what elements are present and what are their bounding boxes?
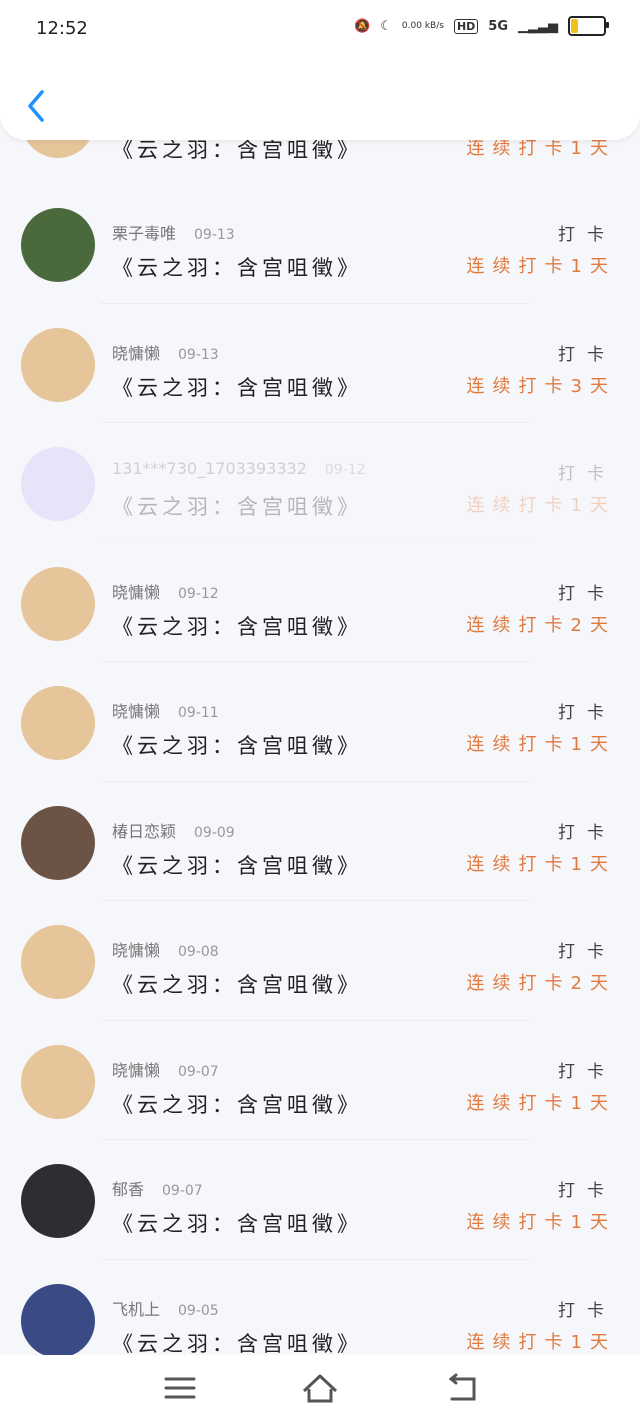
date: 09-13 bbox=[178, 346, 219, 363]
book-title: 《云之羽：含宫咀徵》 bbox=[112, 1092, 362, 1117]
streak-text: 连续打卡1天 bbox=[466, 1092, 616, 1114]
date: 09-13 bbox=[194, 227, 235, 243]
item-meta: 栗子毒唯 09-13 bbox=[112, 220, 235, 244]
item-meta: 131***730_1703393332 09-12 bbox=[112, 459, 366, 478]
avatar[interactable] bbox=[21, 208, 95, 282]
avatar[interactable] bbox=[21, 1283, 95, 1358]
checkin-action: 打卡 bbox=[558, 942, 616, 962]
username: 栗子毒唯 bbox=[112, 224, 177, 243]
home-icon[interactable] bbox=[300, 1371, 340, 1405]
list-item[interactable]: 晓慵懒 09-07 《云之羽：含宫咀徵》 打卡连续打卡1天 bbox=[0, 1021, 640, 1140]
date: 09-08 bbox=[178, 944, 219, 960]
back-nav-icon[interactable] bbox=[442, 1371, 482, 1405]
checkin-action: 打卡 bbox=[558, 583, 616, 604]
checkin-action: 打卡 bbox=[558, 1181, 616, 1201]
avatar[interactable] bbox=[21, 1164, 95, 1238]
checkin-action: 打卡 bbox=[558, 225, 616, 245]
menu-icon[interactable] bbox=[160, 1371, 200, 1405]
book-title: 《云之羽：含宫咀徵》 bbox=[112, 375, 362, 400]
streak-text: 连续打卡1天 bbox=[466, 853, 616, 875]
book-title: 《云之羽：含宫咀徵》 bbox=[112, 495, 362, 519]
username: 晓慵懒 bbox=[112, 702, 161, 721]
speed-text: 0.00 kB/s bbox=[401, 21, 444, 31]
book-title: 《云之羽：含宫咀徵》 bbox=[112, 256, 362, 280]
back-icon[interactable] bbox=[22, 86, 52, 126]
list-item[interactable]: 栗子毒唯 09-13 《云之羽：含宫咀徵》 打卡连续打卡1天 bbox=[0, 184, 640, 304]
date: 09-12 bbox=[178, 585, 219, 602]
avatar[interactable] bbox=[21, 327, 95, 402]
checkin-action: 打卡 bbox=[558, 344, 616, 365]
item-meta: 飞机上 09-05 bbox=[112, 1296, 219, 1320]
item-meta: 椿日恋颖 09-09 bbox=[112, 818, 235, 842]
avatar[interactable] bbox=[21, 566, 95, 641]
item-meta: 晓慵懒 09-12 bbox=[112, 579, 219, 603]
header: 12:52 🔕 ☾ 0.00 kB/s HD 5G ▁▂▃▅ bbox=[0, 0, 640, 140]
battery-icon bbox=[568, 16, 609, 36]
item-meta: 晓慵懒 09-08 bbox=[112, 937, 219, 961]
username: 郁香 bbox=[112, 1180, 145, 1199]
avatar[interactable] bbox=[21, 1044, 95, 1119]
book-title: 《云之羽：含宫咀徵》 bbox=[112, 1331, 362, 1356]
username: 晓慵懒 bbox=[112, 941, 161, 960]
list-item[interactable]: 郁香 09-07 《云之羽：含宫咀徵》 打卡连续打卡1天 bbox=[0, 1140, 640, 1260]
username: 椿日恋颖 bbox=[112, 821, 177, 841]
book-title: 《云之羽：含宫咀徵》 bbox=[112, 973, 362, 997]
streak-text: 连续打卡3天 bbox=[466, 375, 616, 397]
book-title: 《云之羽：含宫咀徵》 bbox=[112, 614, 362, 639]
status-icons: 🔕 ☾ 0.00 kB/s HD 5G ▁▂▃▅ bbox=[354, 16, 609, 36]
item-meta: 晓慵懒 09-07 bbox=[112, 1057, 219, 1081]
list-item[interactable]: 晓慵懒 09-11 《云之羽：含宫咀徵》 打卡连续打卡1天 bbox=[0, 662, 640, 782]
item-meta: 晓慵懒 09-11 bbox=[112, 698, 219, 722]
streak-text: 连续打卡2天 bbox=[466, 973, 616, 994]
streak-text: 连续打卡2天 bbox=[466, 614, 616, 636]
streak-text: 连续打卡1天 bbox=[466, 1331, 616, 1353]
avatar[interactable] bbox=[21, 805, 95, 880]
streak-text: 连续打卡1天 bbox=[466, 256, 616, 277]
list-item[interactable]: 晓慵懒 09-13 《云之羽：含宫咀徵》 打卡连续打卡3天 bbox=[0, 304, 640, 423]
username: 飞机上 bbox=[112, 1299, 161, 1319]
date: 09-11 bbox=[178, 705, 219, 721]
checkin-action: 打卡 bbox=[558, 1061, 616, 1082]
date: 09-05 bbox=[178, 1302, 219, 1319]
username: 131***730_1703393332 bbox=[112, 459, 307, 478]
date: 09-12 bbox=[324, 462, 366, 478]
streak-text: 连续打卡1天 bbox=[466, 495, 616, 516]
item-meta: 晓慵懒 09-13 bbox=[112, 340, 219, 364]
username: 晓慵懒 bbox=[112, 343, 161, 363]
mute-icon: 🔕 bbox=[354, 18, 371, 34]
book-title: 《云之羽：含宫咀徵》 bbox=[112, 853, 362, 878]
list-item[interactable]: 晓慵懒 09-08 《云之羽：含宫咀徵》 打卡连续打卡2天 bbox=[0, 901, 640, 1021]
list-item[interactable]: 131***730_1703393332 09-12 《云之羽：含宫咀徵》 打卡连续打… bbox=[0, 423, 640, 543]
list-item[interactable]: 晓慵懒 09-12 《云之羽：含宫咀徵》 打卡连续打卡2天 bbox=[0, 543, 640, 662]
list-item[interactable]: 椿日恋颖 09-09 《云之羽：含宫咀徵》 打卡连续打卡1天 bbox=[0, 782, 640, 901]
book-title: 《云之羽：含宫咀徵》 bbox=[112, 734, 362, 758]
avatar[interactable] bbox=[21, 686, 95, 760]
checkin-action: 打卡 bbox=[558, 703, 616, 723]
hd-badge: HD bbox=[453, 18, 479, 34]
username: 晓慵懒 bbox=[112, 582, 161, 602]
streak-text: 连续打卡1天 bbox=[466, 734, 616, 755]
checkin-action: 打卡 bbox=[558, 822, 616, 843]
system-nav-bar bbox=[0, 1355, 640, 1427]
avatar[interactable] bbox=[21, 447, 95, 521]
status-time: 12:52 bbox=[36, 18, 88, 39]
item-meta: 郁香 09-07 bbox=[112, 1176, 203, 1200]
avatar[interactable] bbox=[21, 925, 95, 999]
signal-icon: ▁▂▃▅ bbox=[518, 18, 558, 34]
username: 晓慵懒 bbox=[112, 1060, 161, 1080]
checkin-action: 打卡 bbox=[558, 464, 616, 484]
date: 09-07 bbox=[162, 1183, 203, 1199]
checkin-action: 打卡 bbox=[558, 1300, 616, 1321]
date: 09-09 bbox=[194, 824, 235, 841]
streak-text: 连续打卡1天 bbox=[466, 1212, 616, 1233]
network-text: 5G bbox=[488, 18, 508, 34]
moon-icon: ☾ bbox=[380, 18, 392, 34]
date: 09-07 bbox=[178, 1063, 219, 1080]
book-title: 《云之羽：含宫咀徵》 bbox=[112, 1212, 362, 1236]
